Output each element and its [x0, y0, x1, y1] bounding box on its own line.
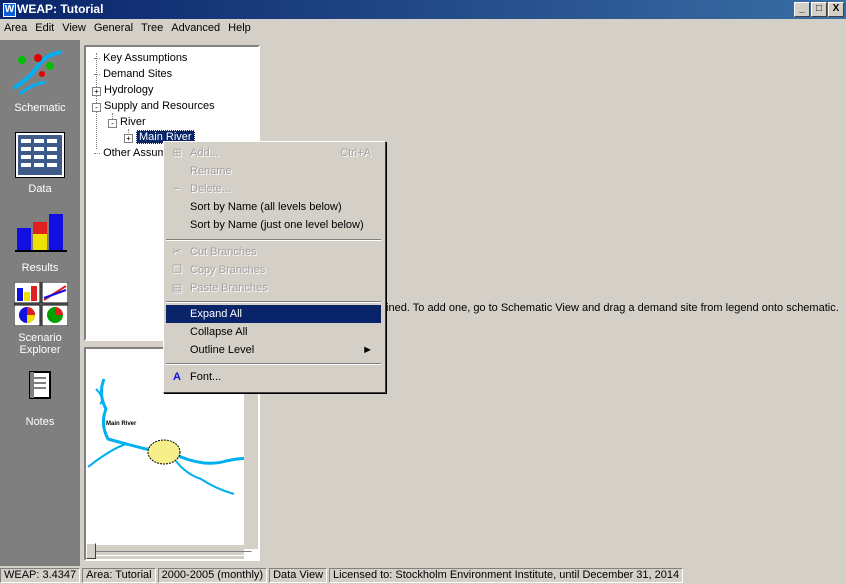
menu-general[interactable]: General — [90, 22, 137, 34]
tree-item-river[interactable]: - River — [108, 116, 146, 128]
status-license: Licensed to: Stockholm Environment Insti… — [329, 568, 684, 583]
minimize-button[interactable]: _ — [794, 2, 810, 17]
status-view: Data View — [269, 568, 328, 583]
results-icon — [15, 214, 67, 252]
menu-item-collapse-all[interactable]: Collapse All — [166, 323, 381, 341]
tree-item-other-assumptions[interactable]: Other Assum — [94, 147, 167, 159]
status-version: WEAP: 3.4347 — [0, 568, 81, 583]
notes-icon — [29, 371, 51, 399]
tree-item-demand-sites[interactable]: Demand Sites — [94, 68, 172, 80]
map-vertical-scrollbar[interactable] — [244, 389, 258, 549]
sidebar-item-label: Schematic — [14, 102, 66, 114]
collapse-icon[interactable]: - — [108, 119, 117, 128]
menu-advanced[interactable]: Advanced — [167, 22, 224, 34]
info-message: fined. To add one, go to Schematic View … — [383, 302, 839, 314]
tree-item-hydrology[interactable]: + Hydrology — [92, 84, 154, 96]
window-title: WEAP: Tutorial — [17, 2, 104, 16]
menu-view[interactable]: View — [58, 22, 90, 34]
menu-separator — [166, 363, 381, 365]
collapse-icon[interactable]: - — [92, 103, 101, 112]
data-icon — [15, 132, 65, 178]
add-icon: ⊞ — [172, 147, 182, 159]
map-river-label: Main River — [106, 421, 137, 427]
menu-item-rename[interactable]: Rename — [166, 162, 381, 180]
sidebar-item-label: Scenario Explorer — [18, 332, 62, 356]
status-period: 2000-2005 (monthly) — [157, 568, 268, 583]
menu-item-expand-all[interactable]: Expand All — [166, 305, 381, 323]
menu-item-font[interactable]: A Font... — [166, 368, 381, 386]
menu-tree[interactable]: Tree — [137, 22, 167, 34]
menu-item-delete[interactable]: − Delete... — [166, 180, 381, 198]
menu-item-copy-branches[interactable]: ❐ Copy Branches — [166, 261, 381, 279]
status-area: Area: Tutorial — [82, 568, 156, 583]
context-menu: ⊞ Add... Ctrl+A Rename − Delete... Sort … — [163, 141, 386, 393]
menu-area[interactable]: Area — [0, 22, 31, 34]
paste-icon: ▤ — [171, 282, 183, 294]
tree-item-key-assumptions[interactable]: Key Assumptions — [94, 52, 187, 64]
app-icon: W — [3, 3, 16, 17]
menu-separator — [166, 239, 381, 241]
cut-icon: ✂ — [172, 246, 182, 258]
menu-item-paste-branches[interactable]: ▤ Paste Branches — [166, 279, 381, 297]
menu-item-add[interactable]: ⊞ Add... Ctrl+A — [166, 144, 381, 162]
menu-item-sort-all-levels[interactable]: Sort by Name (all levels below) — [166, 198, 381, 216]
scenario-explorer-icon — [14, 282, 68, 326]
sidebar-item-label: Notes — [25, 416, 55, 428]
menu-separator — [166, 301, 381, 303]
maximize-button[interactable]: □ — [811, 2, 827, 17]
copy-icon: ❐ — [172, 264, 182, 276]
schematic-icon — [12, 50, 63, 96]
font-icon: A — [173, 371, 181, 383]
menu-item-sort-one-level[interactable]: Sort by Name (just one level below) — [166, 216, 381, 234]
status-bar: WEAP: 3.4347 Area: Tutorial 2000-2005 (m… — [0, 567, 846, 584]
tree-item-supply-and-resources[interactable]: - Supply and Resources — [92, 100, 215, 112]
sidebar-item-label: Results — [21, 262, 59, 274]
menu-item-cut-branches[interactable]: ✂ Cut Branches — [166, 243, 381, 261]
view-sidebar: Schematic Data Results Scenario Explorer… — [0, 40, 80, 566]
zoom-slider[interactable] — [84, 543, 260, 563]
menu-bar: Area Edit View General Tree Advanced Hel… — [0, 19, 846, 36]
title-bar: W WEAP: Tutorial _ □ X — [0, 0, 846, 19]
expand-icon[interactable]: + — [124, 134, 133, 143]
delete-icon: − — [173, 183, 181, 195]
menu-item-outline-level[interactable]: Outline Level ► — [166, 341, 381, 359]
submenu-arrow-icon: ► — [362, 344, 373, 356]
menu-edit[interactable]: Edit — [31, 22, 58, 34]
close-button[interactable]: X — [828, 2, 844, 17]
menu-help[interactable]: Help — [224, 22, 255, 34]
expand-icon[interactable]: + — [92, 87, 101, 96]
slider-thumb[interactable] — [86, 543, 96, 559]
sidebar-item-label: Data — [28, 183, 52, 195]
